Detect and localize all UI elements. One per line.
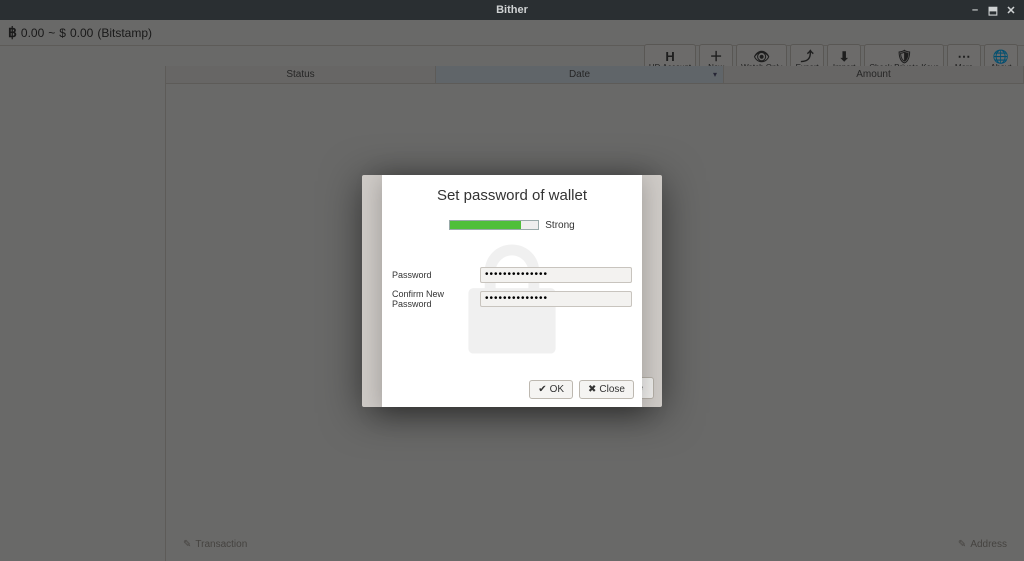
confirm-password-row: Confirm New Password [392,289,632,309]
dialog-buttons: ✔ OK ✖ Close [529,380,634,399]
close-icon: ✖ [588,384,596,395]
confirm-password-label: Confirm New Password [392,289,480,309]
set-password-dialog: Set password of wallet Strong Password [382,175,642,407]
dialog-title: Set password of wallet [437,187,587,204]
check-icon: ✔ [538,384,546,395]
maximize-button[interactable]: ⬒ [986,3,1000,17]
password-input[interactable] [480,267,632,283]
app-surface: ฿ 0.00 ~ $ 0.00 (Bitstamp) H HD Account … [0,20,1024,561]
modal-overlay: se Set password of wallet Strong Passwor… [0,20,1024,561]
strength-label: Strong [545,220,574,231]
window-titlebar: Bither – ⬒ ✕ [0,0,1024,20]
confirm-password-input[interactable] [480,291,632,307]
password-strength-row: Strong [449,220,574,231]
close-button[interactable]: ✖ Close [579,380,634,399]
close-window-button[interactable]: ✕ [1004,3,1018,17]
strength-meter [449,220,539,230]
outer-dialog: se Set password of wallet Strong Passwor… [362,175,662,407]
strength-meter-fill [450,221,520,229]
window-title: Bither [496,4,528,16]
minimize-button[interactable]: – [968,3,982,17]
password-form: Password Confirm New Password [382,267,642,315]
password-row: Password [392,267,632,283]
ok-button[interactable]: ✔ OK [529,380,573,399]
password-label: Password [392,270,480,280]
window-controls: – ⬒ ✕ [968,3,1018,17]
